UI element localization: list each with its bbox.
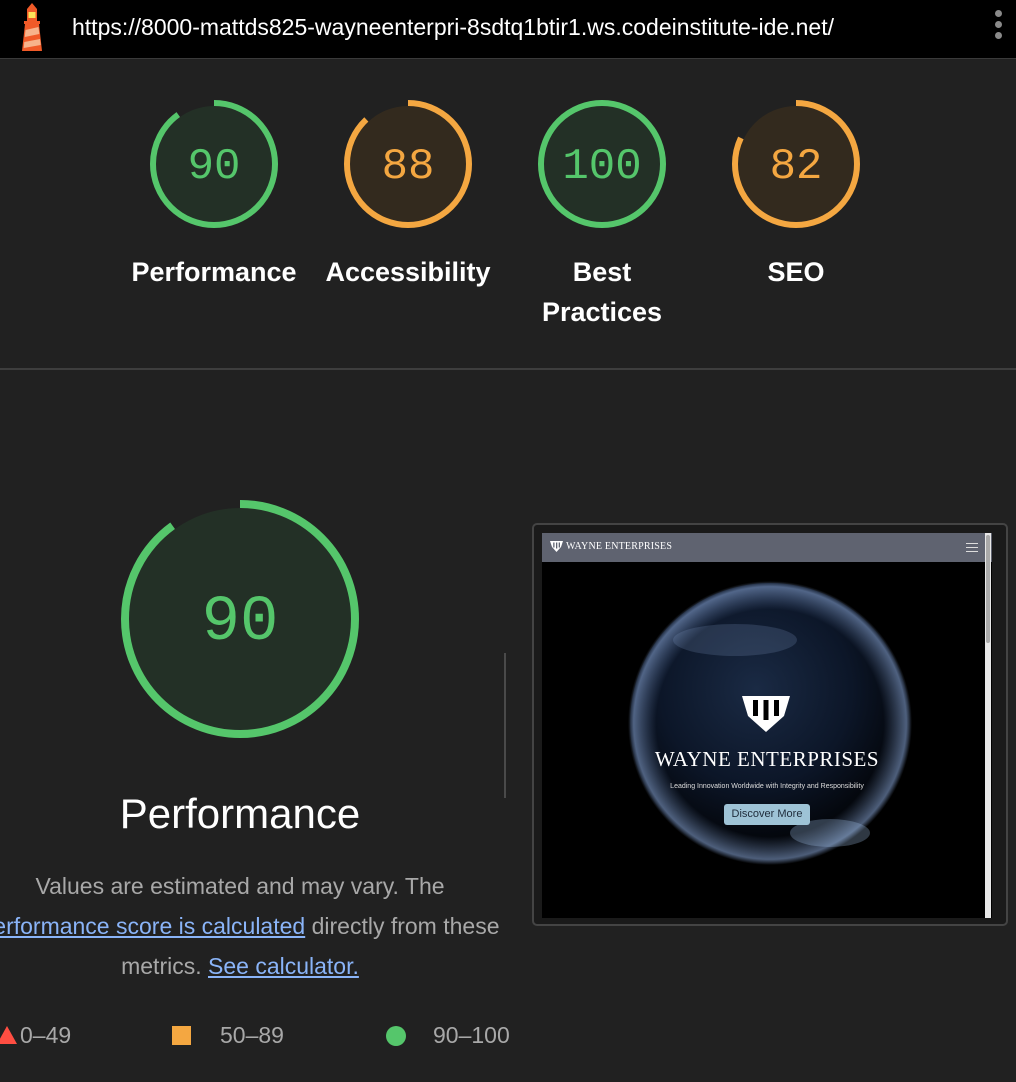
section-divider — [0, 368, 1016, 370]
gauge-ring: 88 — [344, 100, 472, 228]
gauge-label: Performance — [131, 257, 297, 287]
address-bar: https://8000-mattds825-wayneenterpri-8sd… — [0, 0, 1016, 59]
score-legend: 0–49 50–89 90–100 — [0, 1020, 540, 1054]
average-square-icon — [172, 1026, 191, 1045]
gauge-label: Best Practices — [541, 257, 663, 327]
gauge-ring: 90 — [150, 100, 278, 228]
gauge-accessibility[interactable]: 88 Accessibility — [323, 98, 493, 292]
performance-description: Values are estimated and may vary. The p… — [0, 866, 500, 986]
gauge-seo[interactable]: 82 SEO — [711, 98, 881, 292]
fail-triangle-icon — [0, 1026, 17, 1044]
vertical-divider — [504, 653, 506, 798]
gauge-label: Accessibility — [325, 257, 491, 287]
performance-score: 90 — [202, 587, 279, 659]
screenshot-brand: WAYNE ENTERPRISES — [566, 541, 673, 552]
performance-title: Performance — [119, 790, 361, 837]
legend-pass-range: 90–100 — [433, 1022, 510, 1048]
score-gauges: 90 Performance 88 Accessibility 100 Best… — [0, 60, 1016, 369]
pass-circle-icon — [386, 1026, 406, 1046]
legend-average-range: 50–89 — [220, 1022, 284, 1048]
gauge-ring: 82 — [732, 100, 860, 228]
gauge-label: SEO — [767, 257, 825, 287]
legend-fail-range: 0–49 — [20, 1022, 72, 1048]
gauge-score: 100 — [562, 142, 641, 192]
screenshot-navbar: WAYNE ENTERPRISES — [542, 533, 992, 562]
gauge-ring: 100 — [538, 100, 666, 228]
gauge-score: 88 — [382, 142, 435, 192]
wayne-logo-icon — [550, 541, 563, 552]
calculator-link[interactable]: See calculator. — [208, 953, 359, 979]
hamburger-menu-icon — [966, 543, 978, 552]
more-menu-icon[interactable] — [990, 10, 1006, 46]
final-screenshot[interactable]: WAYNE ENTERPRISES WAYNE ENTERPRISES Lead… — [532, 523, 1008, 926]
description-text: Values are estimated and may vary. The — [35, 873, 445, 899]
screenshot-discover-button: Discover More — [724, 804, 810, 825]
performance-gauge: 90 — [121, 500, 359, 738]
score-calculation-link[interactable]: performance score is calculated — [0, 913, 305, 939]
screenshot-hero-subtitle: Leading Innovation Worldwide with Integr… — [670, 783, 864, 790]
gauge-score: 90 — [188, 142, 241, 192]
lighthouse-icon — [22, 3, 42, 51]
screenshot-viewport: WAYNE ENTERPRISES WAYNE ENTERPRISES Lead… — [542, 533, 992, 918]
gauge-best-practices[interactable]: 100 Best Practices — [517, 98, 687, 332]
screenshot-hero-title: WAYNE ENTERPRISES — [654, 747, 880, 771]
gauge-score: 82 — [770, 142, 823, 192]
gauge-performance[interactable]: 90 Performance — [129, 98, 299, 292]
screenshot-scroll-thumb — [986, 535, 990, 643]
url-text[interactable]: https://8000-mattds825-wayneenterpri-8sd… — [72, 14, 834, 41]
wayne-hero-logo — [742, 696, 790, 732]
